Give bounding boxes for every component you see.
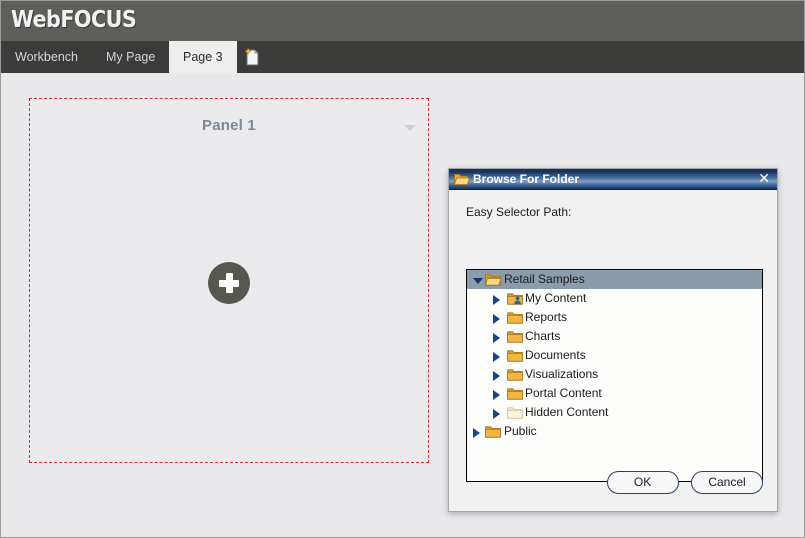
tree-item-label: Visualizations — [525, 367, 599, 381]
folder-user-icon — [507, 293, 523, 305]
chevron-right-icon[interactable] — [493, 295, 500, 305]
tree-item[interactable]: Documents — [467, 346, 762, 365]
tab-page-3[interactable]: Page 3 — [169, 41, 237, 73]
tree-item[interactable]: Retail Samples — [467, 270, 762, 289]
panel-title: Panel 1 — [202, 117, 256, 134]
app-logo: WebFOCUS — [11, 7, 137, 33]
tree-item-label: Hidden Content — [525, 405, 609, 419]
webfocus-application: WebFOCUS Workbench My Page Page 3 Panel … — [0, 0, 805, 538]
chevron-right-icon[interactable] — [473, 428, 480, 438]
cancel-button[interactable]: Cancel — [691, 471, 763, 494]
chevron-right-icon[interactable] — [493, 333, 500, 343]
tree-item[interactable]: Hidden Content — [467, 403, 762, 422]
tree-item-label: Portal Content — [525, 386, 602, 400]
folder-icon — [485, 426, 501, 438]
chevron-right-icon[interactable] — [493, 352, 500, 362]
folder-icon — [507, 388, 523, 400]
browse-for-folder-dialog: Browse For Folder ✕ Easy Selector Path: … — [448, 168, 778, 512]
folder-open-icon — [485, 274, 501, 286]
app-header: WebFOCUS — [1, 1, 804, 41]
dialog-button-bar: OK Cancel — [599, 471, 763, 495]
tree-item[interactable]: My Content — [467, 289, 762, 308]
folder-hidden-icon — [507, 407, 523, 419]
chevron-right-icon[interactable] — [493, 371, 500, 381]
dialog-title: Browse For Folder — [473, 172, 580, 186]
new-page-button[interactable] — [237, 41, 269, 73]
folder-open-icon — [454, 174, 470, 185]
folder-icon — [507, 312, 523, 324]
tree-item-label: Reports — [525, 310, 568, 324]
folder-icon — [507, 350, 523, 362]
new-page-icon — [245, 48, 259, 66]
easy-selector-path-label: Easy Selector Path: — [466, 205, 572, 219]
ok-button[interactable]: OK — [606, 471, 679, 494]
folder-icon — [507, 369, 523, 381]
chevron-right-icon[interactable] — [493, 409, 500, 419]
tab-bar: Workbench My Page Page 3 — [1, 41, 804, 73]
close-icon[interactable]: ✕ — [758, 169, 770, 190]
tree-item[interactable]: Charts — [467, 327, 762, 346]
tree-item-label: My Content — [525, 291, 587, 305]
folder-tree[interactable]: Retail Samples My Content Reports Charts Doc… — [466, 269, 763, 482]
dialog-body: Easy Selector Path: Retail Samples My Con… — [449, 191, 777, 511]
chevron-right-icon[interactable] — [493, 390, 500, 400]
chevron-down-icon[interactable] — [473, 278, 483, 284]
tree-item[interactable]: Portal Content — [467, 384, 762, 403]
dialog-titlebar[interactable]: Browse For Folder ✕ — [449, 169, 777, 190]
tree-item[interactable]: Reports — [467, 308, 762, 327]
add-content-button[interactable] — [208, 262, 250, 304]
tree-item-label: Documents — [525, 348, 586, 362]
tab-workbench[interactable]: Workbench — [1, 41, 92, 73]
tree-item[interactable]: Visualizations — [467, 365, 762, 384]
tree-item-label: Public — [504, 424, 537, 438]
tree-item[interactable]: Public — [467, 422, 762, 441]
panel-1[interactable]: Panel 1 — [29, 98, 429, 463]
chevron-right-icon[interactable] — [493, 314, 500, 324]
folder-icon — [507, 331, 523, 343]
chevron-down-icon[interactable] — [404, 125, 416, 131]
tree-item-label: Retail Samples — [504, 272, 585, 286]
tree-item-label: Charts — [525, 329, 561, 343]
tab-my-page[interactable]: My Page — [92, 41, 169, 73]
